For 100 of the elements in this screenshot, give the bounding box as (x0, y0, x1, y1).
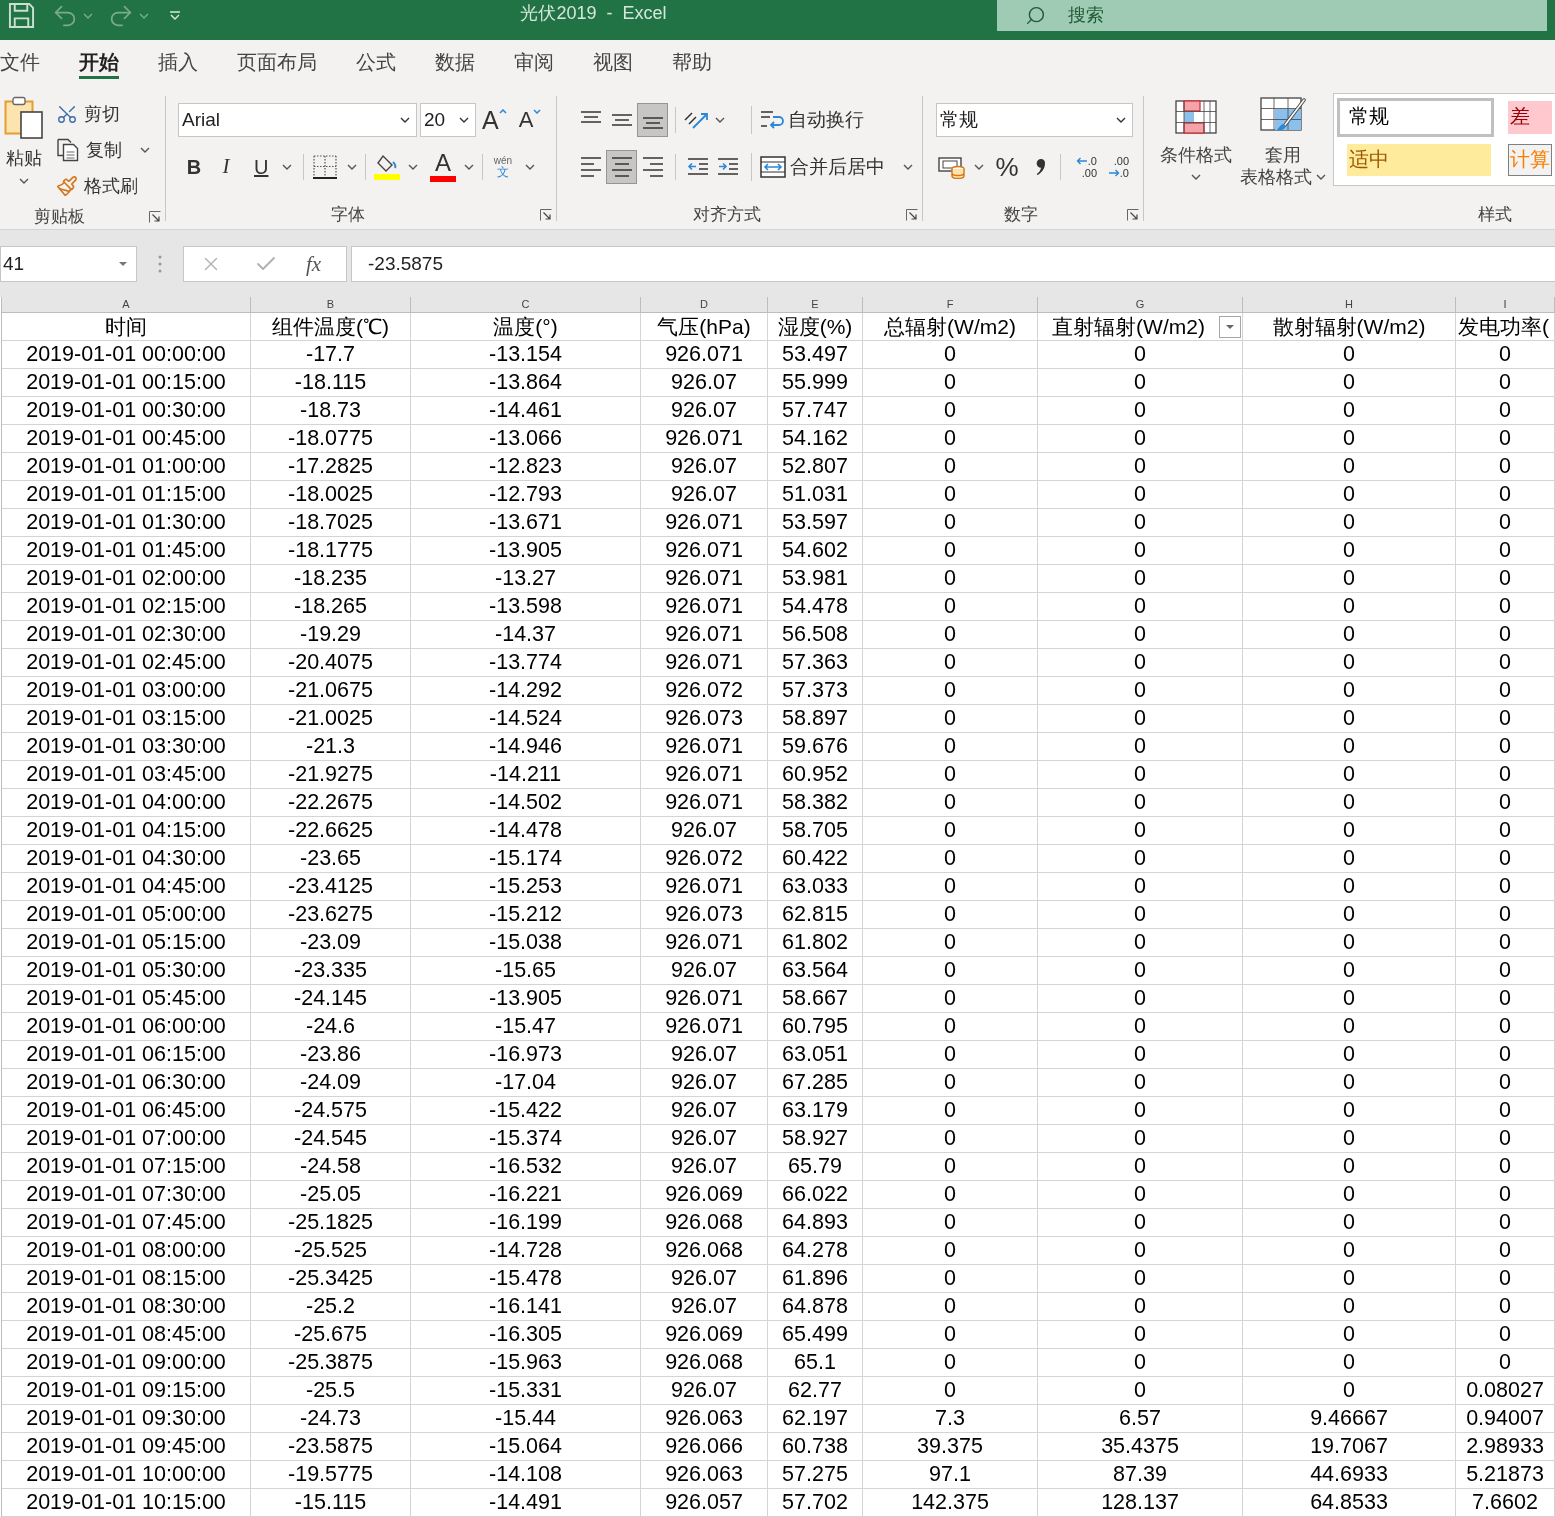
ribbon-tab[interactable]: 公式 (356, 48, 396, 79)
cut-button[interactable]: 剪切 (56, 96, 150, 132)
shrink-font-button[interactable]: A (518, 106, 542, 134)
ribbon-tab[interactable]: 审阅 (514, 48, 554, 79)
align-bottom-button[interactable] (637, 103, 668, 137)
column-header[interactable]: A (2, 297, 251, 313)
percent-style-button[interactable]: % (994, 150, 1020, 184)
align-bottom-icon (641, 117, 664, 129)
ribbon-tab[interactable]: 开始 (79, 48, 119, 79)
table-cell: -18.235 (251, 565, 411, 593)
table-cell: 926.073 (641, 901, 768, 929)
search-field[interactable]: 搜索 (997, 0, 1547, 31)
table-cell: -13.774 (411, 649, 641, 677)
table-cell: 0 (1243, 789, 1456, 817)
dialog-launcher-icon[interactable] (906, 209, 918, 221)
table-cell: 2019-01-01 09:15:00 (2, 1377, 251, 1405)
table-cell: -25.675 (251, 1321, 411, 1349)
name-box[interactable]: 41 (0, 246, 137, 282)
table-cell: 0 (863, 453, 1038, 481)
conditional-formatting-button[interactable]: 条件格式 (1158, 93, 1234, 201)
table-cell: 0 (1456, 369, 1555, 397)
table-cell: 0 (1243, 705, 1456, 733)
column-header[interactable]: I (1456, 297, 1555, 313)
font-size-dropdown[interactable]: 20 (420, 103, 476, 137)
table-cell: -15.212 (411, 901, 641, 929)
column-header[interactable]: C (411, 297, 641, 313)
caret-icon (459, 117, 469, 123)
table-cell: 926.07 (641, 1377, 768, 1405)
grow-font-button[interactable]: A (482, 106, 507, 134)
font-color-button[interactable]: A (430, 150, 474, 184)
splitter-handle-icon[interactable] (158, 255, 162, 273)
table-cell: -22.2675 (251, 789, 411, 817)
dialog-launcher-icon[interactable] (540, 209, 552, 221)
ribbon-tab[interactable]: 帮助 (672, 48, 712, 79)
ribbon-tab[interactable]: 插入 (158, 48, 198, 79)
table-cell: 926.071 (641, 733, 768, 761)
column-header[interactable]: B (251, 297, 411, 313)
table-cell: 2019-01-01 06:45:00 (2, 1097, 251, 1125)
ribbon-tab[interactable]: 文件 (0, 48, 40, 79)
table-cell: 926.07 (641, 1265, 768, 1293)
paste-button[interactable]: 粘贴 (3, 96, 45, 194)
table-cell: 57.702 (768, 1489, 863, 1517)
font-name-dropdown[interactable]: Arial (178, 103, 417, 137)
table-cell: 0 (1243, 1097, 1456, 1125)
dialog-launcher-icon[interactable] (1127, 209, 1139, 221)
decrease-decimal-button[interactable]: .00 .0 (1103, 150, 1129, 184)
table-cell: 6.57 (1038, 1405, 1243, 1433)
table-cell: 58.927 (768, 1125, 863, 1153)
table-cell: 0 (863, 873, 1038, 901)
table-cell: 0 (1038, 649, 1243, 677)
copy-button[interactable]: 复制 (56, 132, 150, 168)
italic-button[interactable]: I (210, 150, 242, 184)
caret-icon (974, 164, 984, 170)
dialog-launcher-icon[interactable] (149, 210, 161, 223)
table-cell: 0 (1456, 1321, 1555, 1349)
table-cell: 0 (1243, 621, 1456, 649)
table-cell: 0 (1038, 425, 1243, 453)
table-cell: -23.6275 (251, 901, 411, 929)
insert-function-button[interactable]: fx (306, 252, 322, 276)
table-cell: 2019-01-01 08:45:00 (2, 1321, 251, 1349)
bold-button[interactable]: B (178, 150, 210, 184)
filter-dropdown-button[interactable] (1219, 315, 1241, 338)
group-label: 字体 (331, 204, 365, 226)
format-painter-button[interactable]: 格式刷 (56, 168, 150, 204)
formula-input[interactable]: -23.5875 (351, 246, 1555, 282)
number-format-dropdown[interactable]: 常规 (936, 103, 1133, 137)
column-header[interactable]: H (1243, 297, 1456, 313)
table-cell: 0 (1456, 481, 1555, 509)
customize-menu-icon[interactable] (169, 10, 181, 21)
table-cell: -16.221 (411, 1181, 641, 1209)
table-cell: 65.1 (768, 1349, 863, 1377)
table-cell: 0 (1456, 929, 1555, 957)
phonetic-guide-button[interactable]: wén 文 (491, 150, 535, 184)
ribbon-tab[interactable]: 视图 (593, 48, 633, 79)
format-as-table-button[interactable]: 套用 表格格式 (1236, 93, 1330, 201)
save-icon[interactable] (8, 2, 35, 29)
column-header[interactable]: F (863, 297, 1038, 313)
merge-center-button[interactable]: 合并后居中 (760, 150, 913, 184)
table-cell: -18.0775 (251, 425, 411, 453)
column-header[interactable]: G (1038, 297, 1243, 313)
increase-decimal-button[interactable]: .0 .00 (1071, 150, 1097, 184)
table-cell: 0 (1038, 537, 1243, 565)
merge-cells-icon (760, 155, 786, 179)
table-cell: -22.6625 (251, 817, 411, 845)
table-cell: 0 (1456, 845, 1555, 873)
align-center-button[interactable] (606, 150, 637, 184)
wrap-text-button[interactable]: 自动换行 (760, 103, 864, 137)
cell-style-option[interactable]: 常规 (1337, 98, 1494, 137)
table-cell: 0 (1243, 845, 1456, 873)
colored-grid-icon (1175, 100, 1217, 134)
column-header[interactable]: D (641, 297, 768, 313)
table-cell: 0 (1456, 397, 1555, 425)
table-cell: -24.545 (251, 1125, 411, 1153)
ribbon-tab[interactable]: 页面布局 (237, 48, 317, 79)
table-cell: 0 (1243, 1321, 1456, 1349)
table-cell: -14.728 (411, 1237, 641, 1265)
table-cell: 39.375 (863, 1433, 1038, 1461)
underline-button[interactable]: U (242, 150, 294, 184)
ribbon-tab[interactable]: 数据 (435, 48, 475, 79)
column-header[interactable]: E (768, 297, 863, 313)
